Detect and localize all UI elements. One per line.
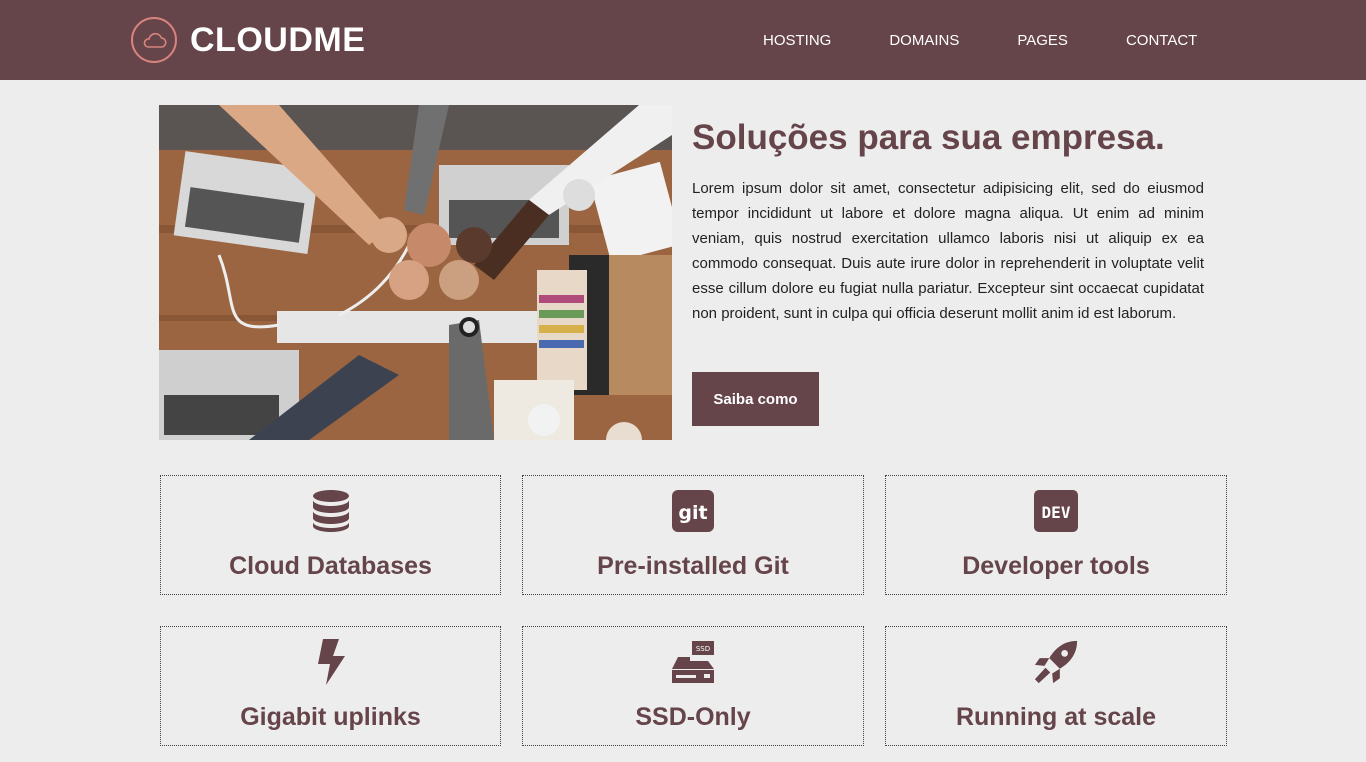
hero-paragraph: Lorem ipsum dolor sit amet, consectetur …: [692, 180, 1204, 322]
nav-pages[interactable]: PAGES: [988, 32, 1097, 49]
rocket-icon: [1033, 639, 1079, 685]
database-icon: [308, 488, 354, 534]
feature-title: Running at scale: [955, 703, 1157, 731]
feature-title: SSD-Only: [635, 703, 751, 731]
feature-title: Gigabit uplinks: [240, 703, 421, 731]
site-header: CLOUDME HOSTING DOMAINS PAGES CONTACT: [0, 0, 1366, 80]
nav-domains[interactable]: DOMAINS: [860, 32, 988, 49]
nav-contact[interactable]: CONTACT: [1097, 32, 1226, 49]
feature-card-git: git Pre-installed Git: [522, 475, 864, 595]
feature-card-cloud-databases: Cloud Databases: [160, 475, 501, 595]
features-grid: Cloud Databases git Pre-installed Git DE…: [160, 475, 1228, 746]
nav-hosting[interactable]: HOSTING: [734, 32, 860, 49]
feature-card-scale: Running at scale: [885, 626, 1227, 746]
dev-icon: DEV: [1033, 488, 1079, 534]
feature-card-dev-tools: DEV Developer tools: [885, 475, 1227, 595]
logo-link[interactable]: CLOUDME: [131, 17, 365, 63]
main-nav: HOSTING DOMAINS PAGES CONTACT: [734, 0, 1226, 80]
git-icon: git: [670, 488, 716, 534]
bolt-icon: [308, 639, 354, 685]
svg-text:DEV: DEV: [1042, 503, 1071, 522]
feature-title: Pre-installed Git: [597, 552, 789, 580]
brand-name: CLOUDME: [190, 20, 366, 59]
cloud-logo-icon: [131, 17, 177, 63]
feature-card-ssd: SSD SSD-Only: [522, 626, 864, 746]
ssd-icon: SSD: [670, 639, 716, 685]
hero-title: Soluções para sua empresa.: [692, 118, 1165, 157]
feature-card-gigabit: Gigabit uplinks: [160, 626, 501, 746]
svg-text:git: git: [678, 502, 707, 524]
feature-title: Developer tools: [962, 552, 1150, 580]
learn-more-button[interactable]: Saiba como: [692, 372, 819, 426]
feature-title: Cloud Databases: [229, 552, 432, 580]
hero-image: [159, 105, 672, 440]
svg-text:SSD: SSD: [696, 645, 710, 653]
